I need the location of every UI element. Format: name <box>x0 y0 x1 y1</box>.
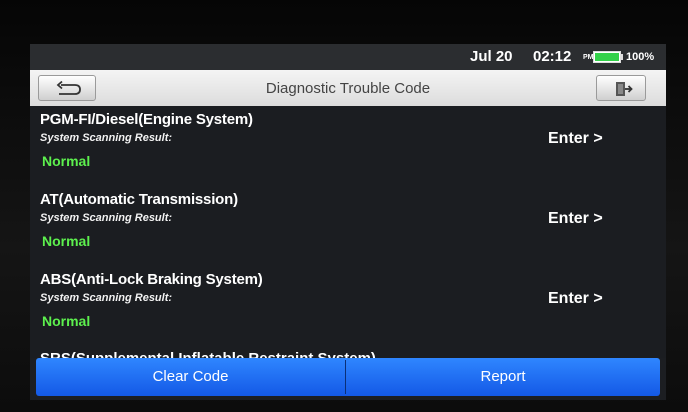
status-badge: Normal <box>42 153 91 169</box>
status-ampm: PM <box>583 54 594 61</box>
exit-door-icon <box>616 82 633 96</box>
battery-icon <box>593 51 621 63</box>
scan-result-label: System Scanning Result: <box>40 212 173 224</box>
battery-level-fill <box>595 53 619 61</box>
enter-button[interactable]: Enter > <box>548 210 603 228</box>
system-name-partial[interactable]: SRS(Supplemental Inflatable Restraint Sy… <box>40 350 376 358</box>
system-name: AT(Automatic Transmission) <box>40 191 238 208</box>
screen: Jul 20 02:12 PM 100% Diagnostic Trouble … <box>30 44 666 400</box>
scan-result-label: System Scanning Result: <box>40 132 173 144</box>
clear-code-button[interactable]: Clear Code <box>36 358 345 396</box>
enter-button[interactable]: Enter > <box>548 290 603 308</box>
list-item: AT(Automatic Transmission) System Scanni… <box>30 188 666 270</box>
list-item: ABS(Anti-Lock Braking System) System Sca… <box>30 268 666 350</box>
system-name: PGM-FI/Diesel(Engine System) <box>40 111 253 128</box>
status-time: 02:12 <box>533 48 572 65</box>
battery-percent: 100% <box>626 51 655 63</box>
scan-result-label: System Scanning Result: <box>40 292 173 304</box>
status-bar: Jul 20 02:12 PM 100% <box>30 44 666 70</box>
status-badge: Normal <box>42 313 91 329</box>
page-title: Diagnostic Trouble Code <box>265 80 431 97</box>
report-button[interactable]: Report <box>346 358 660 396</box>
title-bar: Diagnostic Trouble Code <box>30 70 666 106</box>
exit-button[interactable] <box>596 75 646 101</box>
system-list: PGM-FI/Diesel(Engine System) System Scan… <box>30 106 666 358</box>
status-date: Jul 20 <box>470 48 513 65</box>
status-badge: Normal <box>42 233 91 249</box>
enter-button[interactable]: Enter > <box>548 130 603 148</box>
system-name: ABS(Anti-Lock Braking System) <box>40 271 263 288</box>
battery-tip <box>621 54 623 60</box>
action-bar: Clear Code Report <box>36 358 660 396</box>
list-item: PGM-FI/Diesel(Engine System) System Scan… <box>30 108 666 190</box>
